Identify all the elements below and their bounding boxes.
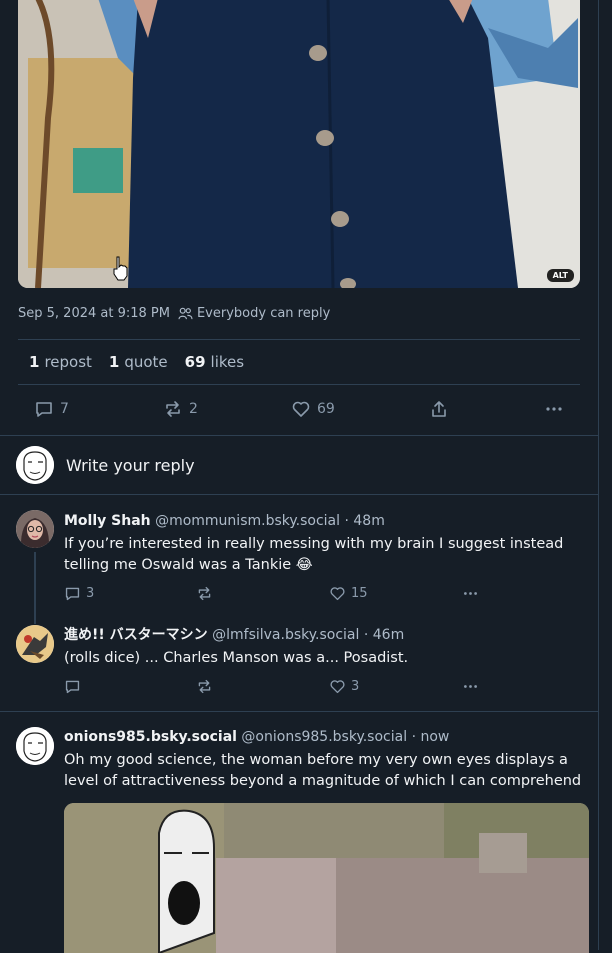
divider bbox=[0, 494, 598, 495]
thread-column: ALT Sep 5, 2024 at 9:18 PM Everybody can… bbox=[0, 0, 599, 953]
reply-count: 7 bbox=[60, 401, 69, 417]
author-name[interactable]: onions985.bsky.social bbox=[64, 729, 237, 745]
reply-avatar[interactable] bbox=[16, 510, 54, 548]
reply-text: (rolls dice) ... Charles Manson was a...… bbox=[64, 650, 409, 666]
comment-icon bbox=[36, 402, 52, 417]
reposts-stat[interactable]: 1 repost bbox=[29, 353, 92, 371]
share-icon bbox=[432, 401, 446, 417]
like-count: 3 bbox=[351, 679, 360, 694]
like-button[interactable]: 69 bbox=[291, 399, 335, 419]
author-handle[interactable]: @mommunism.bsky.social bbox=[155, 513, 340, 529]
divider bbox=[0, 711, 598, 712]
reposts-label: repost bbox=[44, 353, 92, 371]
wojak-avatar-icon bbox=[16, 446, 54, 484]
thread-line bbox=[34, 552, 36, 624]
reply-setting-label: Everybody can reply bbox=[196, 306, 331, 321]
post-timestamp: Sep 5, 2024 at 9:18 PM bbox=[18, 306, 170, 321]
reply-image-art bbox=[64, 803, 589, 953]
repost-button[interactable]: 2 bbox=[163, 399, 198, 419]
more-icon bbox=[464, 685, 477, 688]
post-stats: 1 repost 1 quote 69 likes bbox=[18, 339, 580, 385]
reply-composer[interactable]: Write your reply bbox=[66, 456, 195, 475]
reply-button[interactable]: 7 bbox=[34, 399, 69, 419]
repost-icon bbox=[166, 401, 180, 417]
reply-header: onions985.bsky.social @onions985.bsky.so… bbox=[64, 727, 589, 748]
quotes-stat[interactable]: 1 quote bbox=[109, 353, 168, 371]
likes-label: likes bbox=[210, 353, 245, 371]
reply-avatar[interactable] bbox=[16, 625, 54, 663]
molly-avatar-icon bbox=[16, 510, 54, 548]
like-button[interactable]: 3 bbox=[329, 678, 359, 695]
author-handle[interactable]: @lmfsilva.bsky.social bbox=[212, 627, 359, 643]
my-avatar bbox=[16, 446, 54, 484]
reply-text: Oh my good science, the woman before my … bbox=[64, 752, 582, 789]
likes-stat[interactable]: 69 likes bbox=[185, 353, 244, 371]
reply-text: If you’re interested in really messing w… bbox=[64, 536, 564, 573]
more-icon bbox=[546, 407, 562, 411]
share-button[interactable] bbox=[429, 399, 449, 419]
author-handle[interactable]: @onions985.bsky.social bbox=[241, 729, 407, 745]
reply-time[interactable]: · now bbox=[412, 729, 450, 745]
people-icon bbox=[178, 307, 193, 320]
like-count: 69 bbox=[317, 401, 335, 417]
repost-button[interactable] bbox=[196, 585, 213, 602]
reply-item[interactable]: onions985.bsky.social @onions985.bsky.so… bbox=[64, 727, 589, 792]
hand-cursor-icon bbox=[113, 256, 128, 281]
like-button[interactable]: 15 bbox=[329, 585, 368, 602]
reply-button[interactable]: 3 bbox=[64, 585, 94, 602]
author-name[interactable]: Molly Shah bbox=[64, 513, 151, 529]
divider bbox=[0, 435, 598, 436]
wojak-avatar-icon bbox=[16, 727, 54, 765]
repost-count: 2 bbox=[189, 401, 198, 417]
reply-time[interactable]: · 46m bbox=[364, 627, 404, 643]
reply-item[interactable]: 進め!! バスターマシン @lmfsilva.bsky.social · 46m… bbox=[64, 625, 589, 669]
alt-badge[interactable]: ALT bbox=[546, 269, 574, 282]
quotes-label: quote bbox=[124, 353, 168, 371]
reply-setting[interactable]: Everybody can reply bbox=[178, 306, 330, 321]
more-button[interactable] bbox=[462, 585, 479, 602]
post-image[interactable]: ALT bbox=[18, 0, 580, 288]
quotes-count: 1 bbox=[108, 353, 120, 371]
more-button[interactable] bbox=[544, 399, 564, 419]
anime-avatar-icon bbox=[16, 625, 54, 663]
heart-icon bbox=[330, 680, 345, 694]
reply-count: 3 bbox=[86, 586, 95, 601]
comment-icon bbox=[65, 680, 80, 694]
heart-icon bbox=[330, 587, 345, 601]
repost-button[interactable] bbox=[196, 678, 213, 695]
reply-time[interactable]: · 48m bbox=[344, 513, 384, 529]
more-icon bbox=[464, 592, 477, 595]
reposts-count: 1 bbox=[29, 353, 40, 371]
repost-icon bbox=[198, 586, 211, 601]
reply-image[interactable] bbox=[64, 803, 589, 953]
reply-header: Molly Shah @mommunism.bsky.social · 48m bbox=[64, 511, 589, 532]
heart-icon bbox=[292, 401, 310, 417]
repost-icon bbox=[198, 679, 211, 694]
likes-count: 69 bbox=[184, 353, 206, 371]
like-count: 15 bbox=[351, 586, 368, 601]
reply-avatar[interactable] bbox=[16, 727, 54, 765]
post-meta: Sep 5, 2024 at 9:18 PM Everybody can rep… bbox=[18, 306, 330, 321]
post-actions: 7 2 69 bbox=[18, 392, 580, 426]
reply-item[interactable]: Molly Shah @mommunism.bsky.social · 48m … bbox=[64, 511, 589, 576]
author-name[interactable]: 進め!! バスターマシン bbox=[64, 627, 208, 643]
reply-header: 進め!! バスターマシン @lmfsilva.bsky.social · 46m bbox=[64, 625, 589, 646]
more-button[interactable] bbox=[462, 678, 479, 695]
comment-icon bbox=[65, 587, 80, 601]
reply-button[interactable] bbox=[64, 678, 81, 695]
post-image-art bbox=[18, 0, 580, 288]
